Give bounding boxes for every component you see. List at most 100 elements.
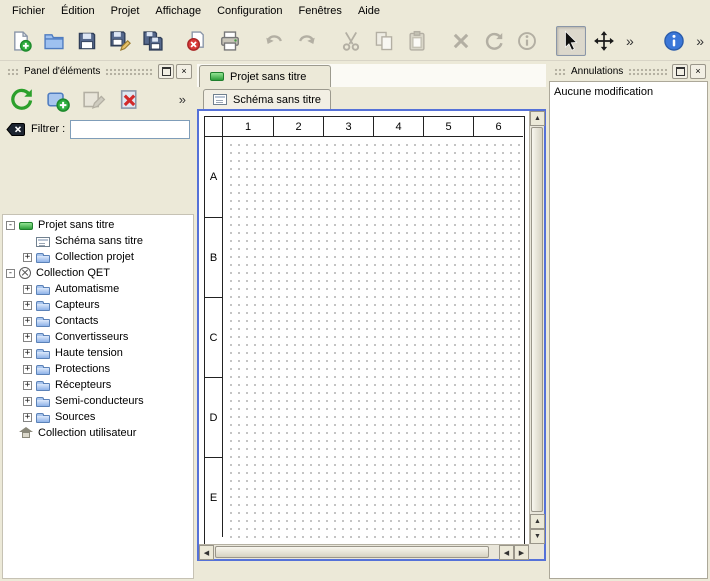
print-button[interactable]	[215, 26, 245, 56]
dock-grip[interactable]	[7, 68, 19, 76]
tree-item-protections[interactable]: +Protections	[3, 361, 193, 377]
tree-item-capteurs[interactable]: +Capteurs	[3, 297, 193, 313]
tree-item-schema-sans-titre[interactable]: Schéma sans titre	[3, 233, 193, 249]
grid-dots	[224, 138, 524, 544]
menu-item-configuration[interactable]: Configuration	[209, 2, 290, 20]
tree-item-collection-utilisateur[interactable]: Collection utilisateur	[3, 425, 193, 441]
close-file-button[interactable]	[182, 26, 212, 56]
save-all-button[interactable]	[138, 26, 168, 56]
move-mode-button[interactable]	[589, 26, 619, 56]
dock-grip[interactable]	[628, 68, 667, 76]
expand-icon[interactable]: +	[23, 349, 32, 358]
scroll-left-button[interactable]: ◀	[199, 545, 214, 560]
expand-icon[interactable]: +	[23, 333, 32, 342]
expand-icon[interactable]: +	[23, 397, 32, 406]
edit-element-button[interactable]	[77, 83, 109, 115]
diagram-canvas[interactable]: 123456 ABCDE	[199, 111, 529, 544]
elements-panel-title: Panel d'éléments	[22, 66, 102, 77]
horizontal-scroll-thumb[interactable]	[215, 546, 489, 558]
undo-button[interactable]	[259, 26, 289, 56]
expand-icon[interactable]: +	[23, 413, 32, 422]
filter-row: Filtrer :	[2, 117, 194, 141]
vertical-scrollbar[interactable]: ▲ ▲ ▼	[529, 111, 544, 544]
open-project-button[interactable]	[39, 26, 69, 56]
undo-history-list[interactable]: Aucune modification	[549, 81, 708, 579]
expand-icon[interactable]: +	[23, 301, 32, 310]
tree-item-projet-sans-titre[interactable]: - Projet sans titre	[3, 217, 193, 233]
schema-icon	[213, 94, 227, 105]
scroll-up-button[interactable]: ▲	[530, 111, 545, 126]
schema-icon	[36, 237, 50, 247]
edit-element-icon	[81, 87, 106, 112]
copy-icon	[373, 30, 395, 52]
close-panel-button[interactable]: ×	[176, 64, 192, 79]
filter-input[interactable]	[70, 120, 190, 139]
menu-item-fenetres[interactable]: Fenêtres	[291, 2, 350, 20]
scroll-down-button[interactable]: ▼	[530, 529, 545, 544]
clear-filter-icon	[6, 122, 26, 137]
tree-item-haute-tension[interactable]: +Haute tension	[3, 345, 193, 361]
paste-icon	[406, 30, 428, 52]
horizontal-scrollbar[interactable]: ◀ ◀ ▶	[199, 544, 529, 559]
paste-button[interactable]	[402, 26, 432, 56]
expand-icon[interactable]: +	[23, 381, 32, 390]
conductor-info-button[interactable]	[512, 26, 542, 56]
menu-item-aide[interactable]: Aide	[350, 2, 388, 20]
menu-item-edition[interactable]: Édition	[53, 2, 103, 20]
expand-icon[interactable]: +	[23, 253, 32, 262]
collapse-icon[interactable]: -	[6, 221, 15, 230]
collapse-icon[interactable]: -	[6, 269, 15, 278]
rotate-icon	[483, 30, 505, 52]
float-undo-panel-button[interactable]	[672, 64, 688, 79]
scrollbar-corner	[529, 544, 544, 559]
tree-item-label: Sources	[55, 411, 99, 423]
tree-item-semi-conducteurs[interactable]: +Semi-conducteurs	[3, 393, 193, 409]
new-document-button[interactable]	[6, 26, 36, 56]
tree-item-label: Projet sans titre	[38, 219, 118, 231]
folder-icon	[36, 415, 50, 423]
tree-item-automatisme[interactable]: + Automatisme	[3, 281, 193, 297]
toolbar-separator	[248, 26, 259, 56]
home-icon	[19, 427, 33, 439]
expand-icon[interactable]: +	[23, 365, 32, 374]
toolbar-overflow-chevron[interactable]: »	[622, 33, 638, 49]
scroll-up-button-bottom[interactable]: ▲	[530, 514, 545, 529]
expand-icon[interactable]: +	[23, 285, 32, 294]
new-element-button[interactable]	[41, 83, 73, 115]
scroll-left-button-right[interactable]: ◀	[499, 545, 514, 560]
tree-item-recepteurs[interactable]: +Récepteurs	[3, 377, 193, 393]
elements-toolbar-overflow-chevron[interactable]: »	[179, 92, 194, 107]
dock-grip[interactable]	[554, 68, 566, 76]
tree-item-contacts[interactable]: +Contacts	[3, 313, 193, 329]
menu-item-projet[interactable]: Projet	[103, 2, 148, 20]
save-button[interactable]	[72, 26, 102, 56]
select-mode-button[interactable]	[556, 26, 586, 56]
tab-schema-sans-titre[interactable]: Schéma sans titre	[203, 89, 331, 109]
menu-item-affichage[interactable]: Affichage	[147, 2, 209, 20]
about-button[interactable]	[659, 26, 689, 56]
help-toolbar-overflow-chevron[interactable]: »	[692, 33, 708, 49]
tree-item-sources[interactable]: + Sources	[3, 409, 193, 425]
rotate-button[interactable]	[479, 26, 509, 56]
tree-item-label: Automatisme	[55, 283, 123, 295]
tree-item-collection-projet[interactable]: +Collection projet	[3, 249, 193, 265]
close-undo-panel-button[interactable]: ×	[690, 64, 706, 79]
dock-grip[interactable]	[105, 68, 153, 76]
open-folder-icon	[43, 30, 65, 52]
redo-button[interactable]	[292, 26, 322, 56]
scroll-right-button[interactable]: ▶	[514, 545, 529, 560]
delete-button[interactable]	[446, 26, 476, 56]
clear-filter-button[interactable]	[6, 121, 26, 137]
vertical-scroll-thumb[interactable]	[531, 127, 543, 512]
tree-item-collection-qet[interactable]: -Collection QET	[3, 265, 193, 281]
tree-item-convertisseurs[interactable]: +Convertisseurs	[3, 329, 193, 345]
delete-element-button[interactable]	[113, 83, 145, 115]
save-as-button[interactable]	[105, 26, 135, 56]
reload-collections-button[interactable]	[5, 83, 37, 115]
copy-button[interactable]	[369, 26, 399, 56]
menu-item-fichier[interactable]: Fichier	[4, 2, 53, 20]
expand-icon[interactable]: +	[23, 317, 32, 326]
cut-button[interactable]	[336, 26, 366, 56]
tab-projet-sans-titre[interactable]: Projet sans titre	[199, 65, 331, 87]
float-panel-button[interactable]	[158, 64, 174, 79]
